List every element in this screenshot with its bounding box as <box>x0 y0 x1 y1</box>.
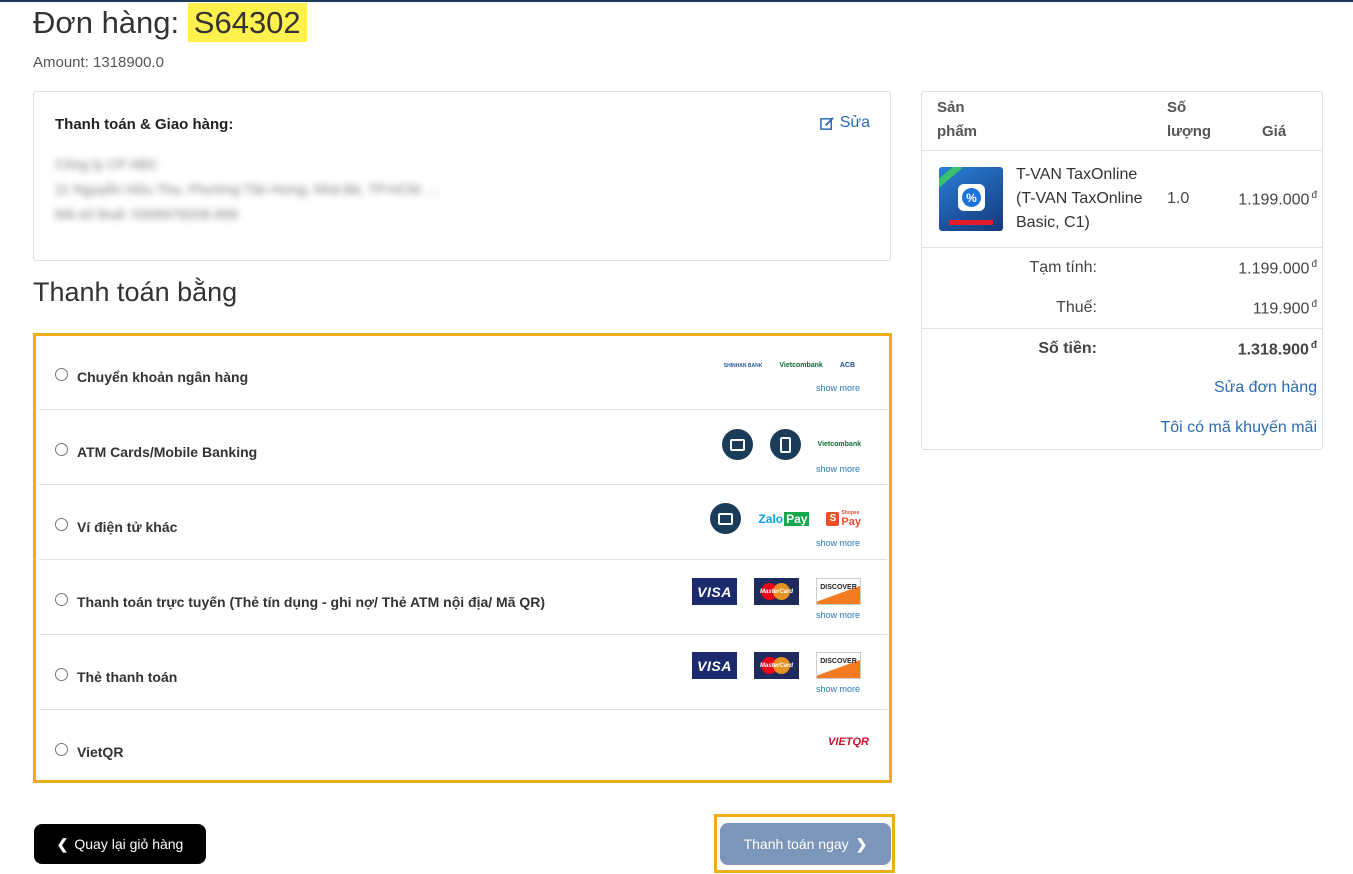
visa-logo: VISA <box>692 578 737 605</box>
method-label: ATM Cards/Mobile Banking <box>77 444 258 460</box>
percent-icon: % <box>962 188 981 207</box>
payment-method-bank-transfer[interactable]: Chuyển khoản ngân hàng SHINHAN BANK Viet… <box>39 336 887 410</box>
radio-atm-mobile[interactable] <box>55 443 68 456</box>
order-amount: Amount: 1318900.0 <box>33 54 164 71</box>
billing-title: Thanh toán & Giao hàng: <box>55 116 234 133</box>
subtotal-label: Tạm tính: <box>1029 259 1097 276</box>
chevron-left-icon: ❮ <box>56 835 69 852</box>
edit-billing-label: Sửa <box>839 114 870 131</box>
pay-now-button[interactable]: Thanh toán ngay ❯ <box>720 823 891 865</box>
pay-now-label: Thanh toán ngay <box>743 836 849 852</box>
show-more-link[interactable]: show more <box>816 684 860 694</box>
product-price: 1.199.000 đ <box>1238 190 1317 209</box>
show-more-link[interactable]: show more <box>816 383 860 393</box>
product-name: T-VAN TaxOnline (T-VAN TaxOnline Basic, … <box>1016 166 1143 231</box>
shopeepay-logo: S Shopee Pay <box>826 509 861 528</box>
divider <box>922 247 1322 248</box>
radio-online-card[interactable] <box>55 593 68 606</box>
vietqr-logo: VIETQR <box>828 736 869 748</box>
order-title: Đơn hàng: S64302 <box>33 3 307 42</box>
radio-bank-transfer[interactable] <box>55 368 68 381</box>
method-label: Thanh toán trực tuyến (Thẻ tín dụng - gh… <box>77 594 546 610</box>
product-qty: 1.0 <box>1167 190 1190 207</box>
discover-logo: DISCOVER <box>816 578 861 605</box>
total-label: Số tiền: <box>1038 340 1097 357</box>
edit-icon <box>819 116 834 130</box>
method-label: VietQR <box>77 744 124 760</box>
zalopay-logo: Zalo Pay <box>758 511 810 526</box>
payment-method-atm-mobile[interactable]: ATM Cards/Mobile Banking Vietcombank sho… <box>39 411 887 485</box>
mastercard-logo: MasterCard <box>754 652 799 679</box>
acb-logo: ACB <box>839 362 855 369</box>
atm-card-icon <box>721 429 753 460</box>
billing-line: Mã số thuế: 0306978208-999 <box>55 206 238 222</box>
order-label: Đơn hàng: <box>33 5 180 40</box>
show-more-link[interactable]: show more <box>816 538 860 548</box>
total-value: 1.318.900 đ <box>1237 340 1317 359</box>
radio-vietqr[interactable] <box>55 743 68 756</box>
billing-line: Công ty CP ABC <box>55 156 159 172</box>
method-label: Thẻ thanh toán <box>77 669 178 685</box>
back-to-cart-button[interactable]: ❮ Quay lại giỏ hàng <box>34 824 206 864</box>
shinhan-bank-logo: SHINHAN BANK <box>723 362 763 369</box>
divider <box>922 328 1322 329</box>
visa-logo: VISA <box>692 652 737 679</box>
mobile-banking-icon <box>769 429 801 460</box>
billing-shipping-card: Thanh toán & Giao hàng: Sửa Công ty CP A… <box>33 91 891 261</box>
payment-method-ewallet[interactable]: Ví điện tử khác Zalo Pay S Shopee Pay show … <box>39 486 887 560</box>
radio-ewallet[interactable] <box>55 518 68 531</box>
subtotal-value: 1.199.000 đ <box>1238 259 1317 278</box>
promo-code-link[interactable]: Tôi có mã khuyến mãi <box>1160 419 1317 437</box>
col-qty-header: Số lượng <box>1167 99 1212 140</box>
order-summary: Sản phẩm Số lượng Giá % T-VAN TaxOnline (T… <box>921 91 1323 450</box>
col-price-header: Giá <box>1262 123 1287 140</box>
show-more-link[interactable]: show more <box>816 610 860 620</box>
vietcombank-logo: Vietcombank <box>779 362 823 369</box>
divider <box>922 150 1322 151</box>
wallet-icon <box>710 503 742 534</box>
tax-value: 119.900 đ <box>1252 299 1317 318</box>
edit-billing-link[interactable]: Sửa <box>819 114 870 132</box>
back-to-cart-label: Quay lại giỏ hàng <box>74 836 184 852</box>
billing-address-blurred: Công ty CP ABC 11 Nguyễn Hữu Thọ, Phường… <box>55 152 440 227</box>
method-label: Ví điện tử khác <box>77 519 178 535</box>
product-image: % <box>939 167 1003 231</box>
edit-order-link[interactable]: Sửa đơn hàng <box>1214 379 1317 397</box>
tax-label: Thuế: <box>1056 299 1097 316</box>
radio-payment-card[interactable] <box>55 668 68 681</box>
payment-method-vietqr[interactable]: VietQR VIETQR <box>39 711 887 785</box>
pay-now-highlight: Thanh toán ngay ❯ <box>714 814 895 873</box>
method-label: Chuyển khoản ngân hàng <box>77 369 249 385</box>
show-more-link[interactable]: show more <box>816 464 860 474</box>
mastercard-logo: MasterCard <box>754 578 799 605</box>
discover-logo: DISCOVER <box>816 652 861 679</box>
payment-methods-list: Chuyển khoản ngân hàng SHINHAN BANK Viet… <box>33 333 892 783</box>
order-code: S64302 <box>187 3 307 42</box>
payment-heading: Thanh toán bằng <box>33 277 238 307</box>
top-border <box>0 0 1353 2</box>
billing-line: 11 Nguyễn Hữu Thọ, Phường Tân Hưng, Nhà … <box>55 181 440 197</box>
payment-method-online-card[interactable]: Thanh toán trực tuyến (Thẻ tín dụng - gh… <box>39 561 887 635</box>
chevron-right-icon: ❯ <box>855 835 868 852</box>
payment-method-payment-card[interactable]: Thẻ thanh toán VISA MasterCard DISCOVER … <box>39 636 887 710</box>
col-product-header: Sản phẩm <box>937 99 978 140</box>
vietcombank-logo: Vietcombank <box>817 441 861 448</box>
